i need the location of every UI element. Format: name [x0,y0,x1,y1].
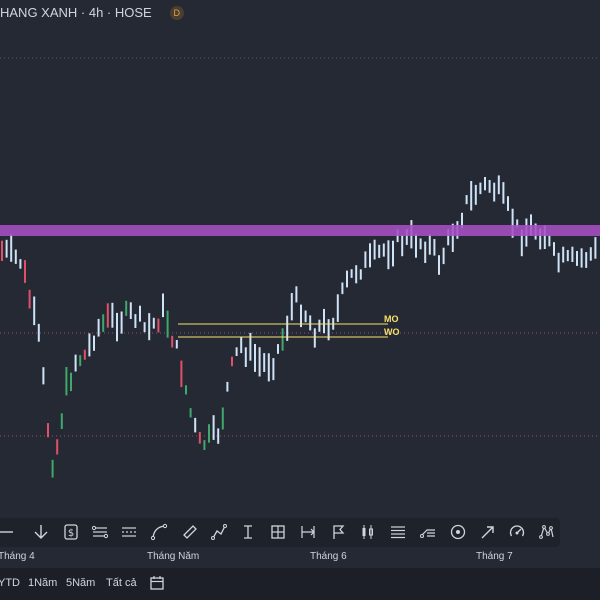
symbol-title: HANG XANH · 4h · HOSE [0,5,152,20]
period-ytd[interactable]: YTD [0,577,20,589]
flag-icon[interactable] [328,522,348,542]
price-bars [1,175,597,478]
grid-icon[interactable] [268,522,288,542]
fibonacci-icon[interactable] [388,522,408,542]
regression-channel-icon[interactable] [119,522,139,542]
resistance-band[interactable] [0,225,600,236]
drawing-toolbar: $ [0,518,560,547]
period-1-year[interactable]: 1Năm [28,577,57,589]
time-axis[interactable]: Tháng 4 Tháng Năm Tháng 6 Tháng 7 [0,547,600,567]
delay-badge[interactable]: D [169,5,184,20]
path-icon[interactable] [209,522,229,542]
time-tick: Tháng 7 [476,551,513,562]
text-cursor-icon[interactable] [238,522,258,542]
period-5-years[interactable]: 5Năm [66,577,95,589]
chart-title: HANG XANH · 4h · HOSE D [0,4,184,22]
time-tick: Tháng Năm [147,551,200,562]
gauge-icon[interactable] [507,522,527,542]
pattern-icon[interactable] [537,522,557,542]
line-tool-icon[interactable] [0,522,16,542]
level-label-mo: MO [384,314,399,324]
parallel-channel-icon[interactable] [90,522,110,542]
range-icon[interactable] [298,522,318,542]
time-tick: Tháng 6 [310,551,347,562]
circle-target-icon[interactable] [448,522,468,542]
price-chart[interactable]: MO WO [0,0,600,518]
arrow-up-right-icon[interactable] [478,522,498,542]
period-all[interactable]: Tất cả [106,577,137,589]
svg-text:$: $ [68,528,74,539]
level-label-wo: WO [384,327,400,337]
rectangle-icon[interactable] [180,522,200,542]
time-tick: Tháng 4 [0,551,35,562]
calendar-icon[interactable] [148,574,166,595]
pitchfork-icon[interactable] [418,522,438,542]
period-bar: YTD 1Năm 5Năm Tất cả [0,568,600,600]
curve-icon[interactable] [149,522,169,542]
candlestick-icon[interactable] [358,522,378,542]
arrow-down-icon[interactable] [31,522,51,542]
price-label-icon[interactable]: $ [61,522,81,542]
